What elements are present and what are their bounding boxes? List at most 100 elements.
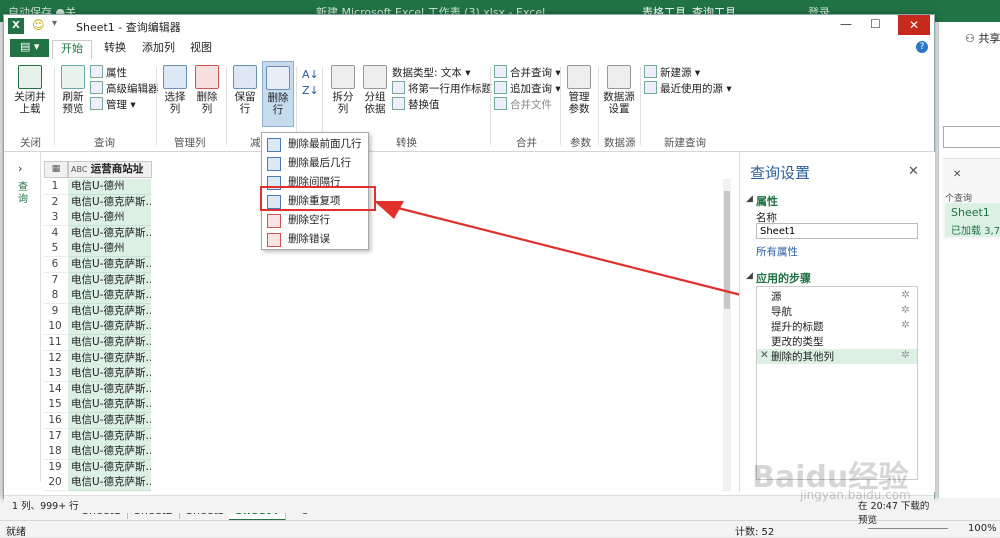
choose-columns-button[interactable]: 选择 列 xyxy=(160,65,190,115)
step-item[interactable]: 更改的类型 xyxy=(757,334,917,349)
group-by-button[interactable]: 分组 依据 xyxy=(360,65,390,115)
menu-item-remove-bottom-rows[interactable]: 删除最后几行 xyxy=(262,154,368,173)
row-number[interactable]: 12 xyxy=(44,350,66,367)
row-number[interactable]: 20 xyxy=(44,475,66,492)
navigator-label[interactable]: 查询 xyxy=(18,182,30,206)
row-number[interactable]: 17 xyxy=(44,428,66,445)
keep-rows-button[interactable]: 保留 行 xyxy=(230,65,260,115)
column-filter-icon[interactable]: ▾ xyxy=(139,162,144,177)
table-cell[interactable]: 电信U-德克萨斯… xyxy=(68,257,151,273)
table-row[interactable]: 1 电信U-德州 xyxy=(44,179,152,195)
table-cell[interactable]: 电信U-德州 xyxy=(68,179,151,195)
table-row[interactable]: 10 电信U-德克萨斯… xyxy=(44,319,152,336)
row-number[interactable]: 1 xyxy=(44,179,66,195)
menu-item-remove-blank-rows[interactable]: 删除空行 xyxy=(262,211,368,230)
table-row[interactable]: 14 电信U-德克萨斯… xyxy=(44,381,152,398)
row-number[interactable]: 8 xyxy=(44,288,66,305)
properties-button[interactable]: 属性 xyxy=(90,65,127,80)
tab-view[interactable]: 视图 xyxy=(182,40,220,58)
row-number[interactable]: 4 xyxy=(44,225,66,242)
manage-parameters-button[interactable]: 管理 参数 xyxy=(564,65,594,115)
table-row[interactable]: 16 电信U-德克萨斯… xyxy=(44,413,152,429)
queries-pane-close-icon[interactable]: ✕ xyxy=(953,169,961,180)
table-row[interactable]: 4 电信U-德克萨斯… xyxy=(44,225,152,242)
row-number[interactable]: 18 xyxy=(44,444,66,461)
row-number[interactable]: 6 xyxy=(44,257,66,273)
sort-ascending-icon[interactable]: A↓ Z↓ xyxy=(302,67,319,99)
table-row[interactable]: 7 电信U-德克萨斯… xyxy=(44,272,152,289)
table-row[interactable]: 6 电信U-德克萨斯… xyxy=(44,257,152,273)
table-cell[interactable]: 电信U-德克萨斯… xyxy=(68,272,151,289)
table-row[interactable]: 17 电信U-德克萨斯… xyxy=(44,428,152,445)
combine-files-button[interactable]: 合并文件 xyxy=(494,97,552,112)
refresh-preview-button[interactable]: 刷新 预览 xyxy=(58,65,88,115)
row-number[interactable]: 2 xyxy=(44,194,66,211)
collapse-steps-icon[interactable]: ◢ xyxy=(746,271,753,281)
table-cell[interactable]: 电信U-德克萨斯… xyxy=(68,335,151,351)
query-item-sheet1[interactable]: Sheet1 已加载 3,70 xyxy=(945,203,1000,237)
table-row[interactable]: 5 电信U-德州 xyxy=(44,241,152,258)
append-queries-button[interactable]: 追加查询 ▾ xyxy=(494,81,561,96)
gear-icon[interactable]: ✲ xyxy=(901,319,910,331)
table-row[interactable]: 9 电信U-德克萨斯… xyxy=(44,303,152,320)
step-item[interactable]: 提升的标题 ✲ xyxy=(757,319,917,334)
row-number[interactable]: 14 xyxy=(44,381,66,398)
table-cell[interactable]: 电信U-德克萨斯… xyxy=(68,319,151,336)
replace-values-button[interactable]: 替换值 xyxy=(392,97,440,112)
grid-corner-icon[interactable]: ▦ xyxy=(44,161,68,178)
text-type-icon[interactable]: ABC xyxy=(71,165,87,174)
row-number[interactable]: 15 xyxy=(44,397,66,414)
row-number[interactable]: 7 xyxy=(44,272,66,289)
gear-icon[interactable]: ✲ xyxy=(901,349,910,361)
remove-columns-button[interactable]: 删除 列 xyxy=(192,65,222,115)
recent-sources-button[interactable]: 最近使用的源 ▾ xyxy=(644,81,732,96)
remove-rows-button[interactable]: 删除 行 xyxy=(262,61,294,127)
row-number[interactable]: 3 xyxy=(44,210,66,227)
qat-dropdown-icon[interactable]: ▾ xyxy=(52,18,57,29)
use-first-row-as-headers-button[interactable]: 将第一行用作标题 ▾ xyxy=(392,81,501,96)
menu-item-remove-errors[interactable]: 删除错误 xyxy=(262,230,368,249)
manage-button[interactable]: 管理 ▾ xyxy=(90,97,136,112)
zoom-level[interactable]: 100% xyxy=(968,523,997,534)
tab-file[interactable]: ▤ ▾ xyxy=(10,39,50,57)
tab-transform[interactable]: 转换 xyxy=(96,40,134,58)
table-cell[interactable]: 电信U-德克萨斯… xyxy=(68,428,151,445)
share-button[interactable]: ⚇ 共享 xyxy=(965,30,1000,46)
table-cell[interactable]: 电信U-德克萨斯… xyxy=(68,225,151,242)
table-cell[interactable]: 电信U-德州 xyxy=(68,210,151,227)
data-source-settings-button[interactable]: 数据源 设置 xyxy=(602,65,636,115)
table-cell[interactable]: 电信U-德克萨斯… xyxy=(68,366,151,383)
maximize-icon[interactable]: ☐ xyxy=(870,17,881,31)
formula-box[interactable] xyxy=(943,126,1000,148)
collapse-properties-icon[interactable]: ◢ xyxy=(746,194,753,204)
table-row[interactable]: 13 电信U-德克萨斯… xyxy=(44,366,152,383)
table-cell[interactable]: 电信U-德克萨斯… xyxy=(68,350,151,367)
table-row[interactable]: 3 电信U-德州 xyxy=(44,210,152,227)
table-row[interactable]: 19 电信U-德克萨斯… xyxy=(44,459,152,476)
expand-navigator-icon[interactable]: › xyxy=(18,162,22,175)
close-settings-icon[interactable]: ✕ xyxy=(908,164,919,179)
table-cell[interactable]: 电信U-德克萨斯… xyxy=(68,381,151,398)
table-row[interactable]: 2 电信U-德克萨斯… xyxy=(44,194,152,211)
row-number[interactable]: 13 xyxy=(44,366,66,383)
row-number[interactable]: 11 xyxy=(44,335,66,351)
smiley-icon[interactable]: ☺ xyxy=(32,18,45,32)
all-properties-link[interactable]: 所有属性 xyxy=(756,244,798,259)
gear-icon[interactable]: ✲ xyxy=(901,289,910,301)
row-number[interactable]: 19 xyxy=(44,459,66,476)
table-cell[interactable]: 电信U-德克萨斯… xyxy=(68,459,151,476)
step-item[interactable]: 导航 ✲ xyxy=(757,304,917,319)
gear-icon[interactable]: ✲ xyxy=(901,304,910,316)
step-item-selected[interactable]: ✕ 删除的其他列 ✲ xyxy=(757,349,917,364)
table-row[interactable]: 11 电信U-德克萨斯… xyxy=(44,335,152,351)
row-number[interactable]: 10 xyxy=(44,319,66,336)
tab-home[interactable]: 开始 xyxy=(52,40,92,59)
step-item[interactable]: 源 ✲ xyxy=(757,289,917,304)
zoom-slider[interactable] xyxy=(868,528,948,529)
advanced-editor-button[interactable]: 高级编辑器 xyxy=(90,81,159,96)
close-and-load-button[interactable]: 关闭并 上载 xyxy=(12,65,48,115)
table-row[interactable]: 15 电信U-德克萨斯… xyxy=(44,397,152,414)
close-window-icon[interactable]: ✕ xyxy=(898,15,930,35)
row-number[interactable]: 16 xyxy=(44,413,66,429)
menu-item-remove-top-rows[interactable]: 删除最前面几行 xyxy=(262,135,368,154)
